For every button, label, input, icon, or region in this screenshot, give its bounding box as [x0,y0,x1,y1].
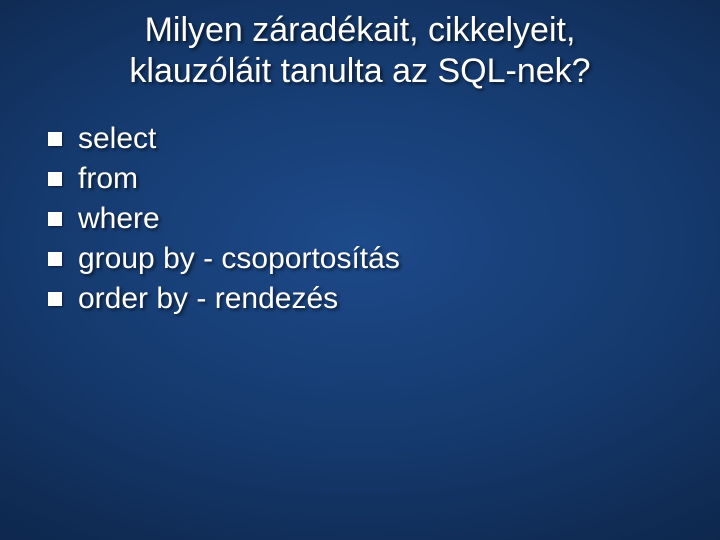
title-line-1: Milyen záradékait, cikkelyeit, [145,11,576,49]
square-bullet-icon [48,252,62,266]
list-item-text: order by - rendezés [78,282,338,316]
square-bullet-icon [48,132,62,146]
list-item-text: where [78,202,160,236]
list-item: where [48,202,720,236]
list-item: select [48,122,720,156]
list-item-text: select [78,122,156,156]
square-bullet-icon [48,212,62,226]
list-item: from [48,162,720,196]
slide-title: Milyen záradékait, cikkelyeit, klauzólái… [0,0,720,92]
slide-body: select from where group by - csoportosít… [0,92,720,316]
list-item: group by - csoportosítás [48,242,720,276]
title-line-2: klauzóláit tanulta az SQL-nek? [129,52,590,90]
list-item: order by - rendezés [48,282,720,316]
slide: Milyen záradékait, cikkelyeit, klauzólái… [0,0,720,540]
square-bullet-icon [48,292,62,306]
square-bullet-icon [48,172,62,186]
list-item-text: from [78,162,138,196]
list-item-text: group by - csoportosítás [78,242,400,276]
